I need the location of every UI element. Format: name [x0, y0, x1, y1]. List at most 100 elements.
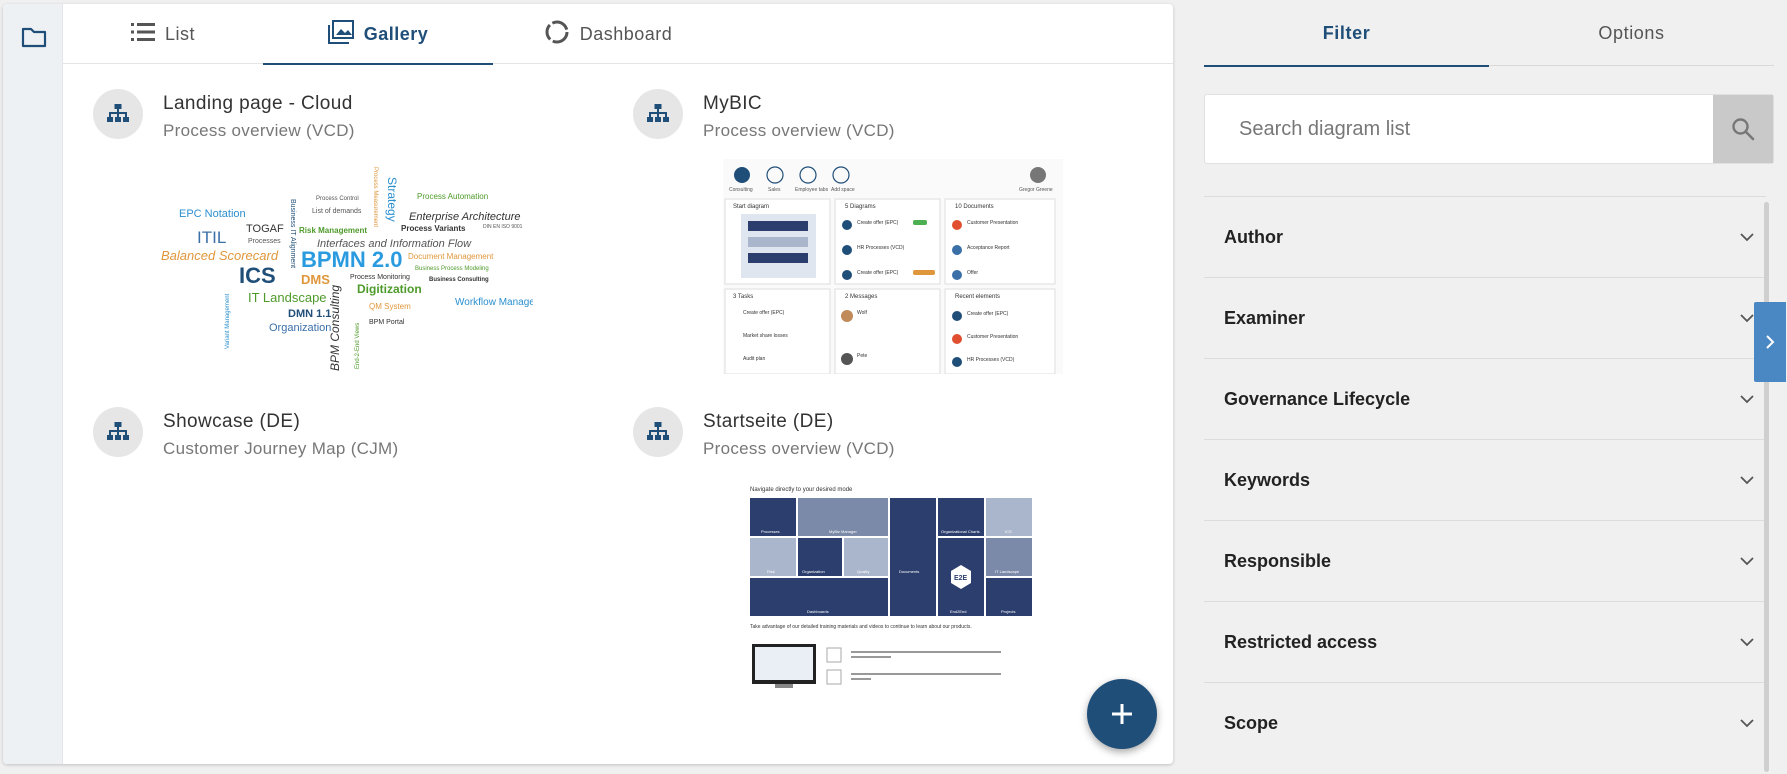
- card-subtitle: Customer Journey Map (CJM): [163, 439, 399, 458]
- filter-list: Author Examiner Governance Lifecycle Key…: [1204, 196, 1766, 763]
- gallery-card-showcase[interactable]: Showcase (DE) Customer Journey Map (CJM): [93, 407, 398, 459]
- filter-examiner[interactable]: Examiner: [1204, 277, 1766, 358]
- preview-label: Employee tabs: [795, 187, 829, 193]
- preview-heading: Navigate directly to your desired mode: [750, 487, 853, 493]
- wc-word: Risk Management: [299, 226, 367, 235]
- chevron-down-icon: [1740, 394, 1754, 403]
- wc-word: ICS: [239, 263, 276, 288]
- tile-label: IT Landscape: [995, 569, 1020, 574]
- tile-label: End2End: [950, 609, 966, 614]
- tab-dashboard-label: Dashboard: [579, 23, 673, 44]
- list-icon: [130, 22, 155, 47]
- preview-item: Acceptance Report: [967, 245, 1010, 251]
- search-input[interactable]: [1205, 95, 1713, 163]
- wc-word: Digitization: [357, 282, 422, 296]
- tile-label: Projects: [1001, 609, 1015, 614]
- wc-word: Process Automation: [417, 192, 488, 201]
- tile-label: E2E: [954, 575, 968, 582]
- filter-governance-lifecycle[interactable]: Governance Lifecycle: [1204, 358, 1766, 439]
- preview-item: HR Processes (VCD): [967, 357, 1015, 363]
- tile-label: Documents: [899, 569, 919, 574]
- filter-responsible[interactable]: Responsible: [1204, 520, 1766, 601]
- hierarchy-icon: [633, 407, 683, 457]
- preview-label: Add space: [831, 187, 855, 193]
- chevron-down-icon: [1740, 475, 1754, 484]
- filter-restricted-access[interactable]: Restricted access: [1204, 601, 1766, 682]
- tile-label: Organizational Charts: [941, 529, 980, 534]
- preview-item: Wolf: [857, 310, 868, 316]
- folder-icon[interactable]: [19, 22, 49, 52]
- card-title: MyBIC: [703, 93, 762, 114]
- wc-word: BPMN 2.0: [301, 247, 402, 272]
- wc-word: Process Monitoring: [350, 274, 410, 281]
- preview-panel-title: 5 Diagrams: [845, 204, 876, 210]
- preview-item: Customer Presentation: [967, 220, 1018, 226]
- preview-panel-title: Start diagram: [733, 204, 769, 210]
- tile-label: Organization: [802, 569, 825, 574]
- wc-word: Variant Management: [225, 293, 231, 349]
- preview-item: Market share losses: [743, 333, 788, 339]
- wc-word: DIN EN ISO 9001: [483, 224, 523, 230]
- filter-scope[interactable]: Scope: [1204, 682, 1766, 763]
- filter-scrollbar[interactable]: [1764, 202, 1769, 772]
- filter-side-panel: Filter Options Author Examiner Governanc…: [1200, 0, 1787, 774]
- wc-word: Business Consulting: [429, 277, 489, 283]
- wc-word: DMS: [301, 272, 330, 287]
- gallery-icon: [327, 19, 354, 49]
- chevron-down-icon: [1740, 232, 1754, 241]
- search-button[interactable]: [1713, 95, 1773, 163]
- wc-word: Process Control: [316, 196, 359, 202]
- wc-word: Business Process Modeling: [415, 266, 489, 272]
- tile-label: ICS: [1005, 529, 1012, 534]
- wc-word: Document Management: [408, 252, 494, 261]
- startseite-preview[interactable]: Navigate directly to your desired mode P…: [745, 481, 1045, 696]
- tab-gallery[interactable]: Gallery: [263, 4, 493, 65]
- wc-word: BPM Portal: [369, 319, 405, 326]
- preview-item: HR Processes (VCD): [857, 245, 905, 251]
- app-root: List Gallery Dashboard Landing page - Cl…: [0, 0, 1787, 774]
- diagram-gallery-panel: List Gallery Dashboard Landing page - Cl…: [3, 4, 1173, 764]
- filter-author[interactable]: Author: [1204, 196, 1766, 277]
- gallery-card-mybic[interactable]: MyBIC Process overview (VCD): [633, 89, 895, 141]
- mybic-preview[interactable]: Consulting Sales Employee tabs Add space…: [723, 159, 1063, 374]
- tile-label: Risk: [767, 569, 775, 574]
- wc-word: Processes: [248, 238, 281, 245]
- tab-filter[interactable]: Filter: [1204, 0, 1489, 67]
- preview-label: Consulting: [729, 187, 753, 193]
- wc-word: Process Variants: [401, 224, 466, 233]
- filter-label: Examiner: [1224, 307, 1306, 328]
- card-subtitle: Process overview (VCD): [703, 439, 895, 458]
- panel-collapse-handle[interactable]: [1754, 302, 1786, 382]
- filter-label: Responsible: [1224, 550, 1332, 571]
- preview-item: Offer: [967, 270, 978, 276]
- user-avatar: [1030, 167, 1046, 183]
- add-diagram-button[interactable]: +: [1087, 679, 1157, 749]
- tab-dashboard[interactable]: Dashboard: [493, 4, 723, 64]
- search-icon: [1732, 118, 1755, 141]
- wc-word: Enterprise Architecture: [409, 211, 520, 223]
- filter-keywords[interactable]: Keywords: [1204, 439, 1766, 520]
- tab-gallery-label: Gallery: [363, 23, 429, 44]
- tab-options[interactable]: Options: [1489, 0, 1774, 66]
- preview-user: Gregor Greene: [1019, 187, 1053, 193]
- consulting-icon: [734, 167, 750, 183]
- filter-label: Restricted access: [1224, 631, 1378, 652]
- tab-list[interactable]: List: [63, 4, 263, 64]
- plus-icon: [1112, 704, 1132, 724]
- wc-word: Balanced Scorecard: [161, 248, 279, 263]
- chevron-down-icon: [1740, 718, 1754, 727]
- wc-word: Process Measurement: [372, 167, 378, 227]
- wc-word: QM System: [369, 302, 411, 311]
- preview-label: Sales: [768, 187, 781, 193]
- gallery-card-startseite[interactable]: Startseite (DE) Process overview (VCD): [633, 407, 895, 459]
- gallery-card-landing-page[interactable]: Landing page - Cloud Process overview (V…: [93, 89, 355, 141]
- left-rail: [3, 4, 63, 764]
- wordcloud-preview[interactable]: EPC Notation ITIL TOGAF Processes Balanc…: [153, 159, 533, 374]
- card-title: Showcase (DE): [163, 411, 301, 432]
- preview-panel-title: 10 Documents: [955, 204, 994, 210]
- card-subtitle: Process overview (VCD): [703, 121, 895, 140]
- preview-item: Audit plan: [743, 356, 765, 362]
- preview-panel-title: 3 Tasks: [733, 294, 753, 300]
- card-title: Landing page - Cloud: [163, 93, 353, 114]
- tile-label: Dashboards: [807, 609, 829, 614]
